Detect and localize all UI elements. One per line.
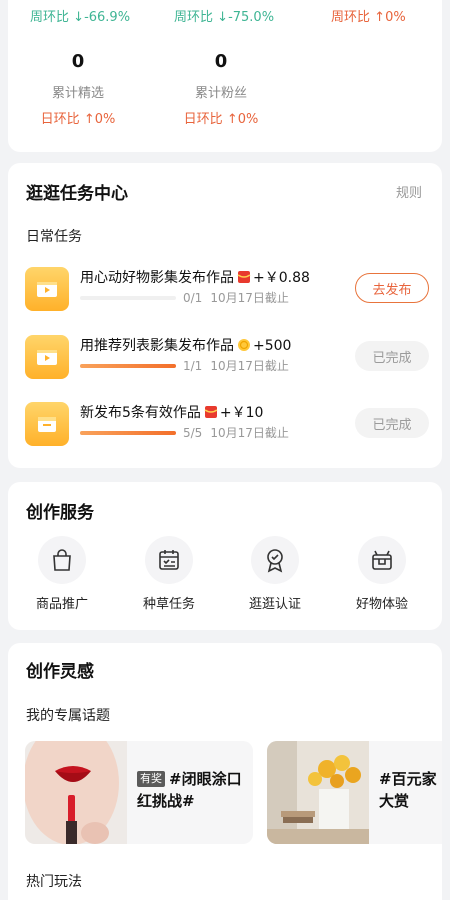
- badge-ribbon-icon: [251, 536, 299, 584]
- shopping-bag-icon: [38, 536, 86, 584]
- task-row: 新发布5条有效作品 +￥10 5/5 10月17日截止 已完成: [25, 398, 429, 448]
- hot-gameplay-heading: 热门玩法: [26, 874, 82, 890]
- service-label: 商品推广: [35, 597, 88, 612]
- service-label: 逛逛认证: [248, 597, 301, 612]
- services-title: 创作服务: [26, 503, 94, 523]
- award-tag: 有奖: [137, 771, 165, 787]
- stat-value: 0: [71, 51, 85, 72]
- service-product-promotion[interactable]: 商品推广: [22, 536, 102, 612]
- task-title: 用心动好物影集发布作品 +￥0.88: [80, 270, 310, 286]
- task-center-card: 逛逛任务中心 规则 日常任务 用心动好物影集发布作品 +￥0.88 0/1 10月1…: [8, 163, 442, 468]
- stats-card: 周环比 ↓-66.9% 周环比 ↓-75.0% 周环比 ↑0% 0 累计精选 日…: [8, 0, 442, 152]
- calendar-checklist-icon: [145, 536, 193, 584]
- video-task-icon: [25, 267, 69, 311]
- publish-button[interactable]: 去发布: [355, 273, 429, 303]
- task-row: 用推荐列表影集发布作品 +500 1/1 10月17日截止 已完成: [25, 331, 429, 381]
- task-center-title: 逛逛任务中心: [26, 184, 128, 204]
- stat-followers[interactable]: 0 累计粉丝 日环比 ↑0%: [151, 51, 291, 127]
- completed-button[interactable]: 已完成: [355, 408, 429, 438]
- service-label: 好物体验: [355, 597, 408, 612]
- stat-value: 0: [214, 51, 228, 72]
- rules-link[interactable]: 规则: [396, 182, 422, 201]
- daily-tasks-heading: 日常任务: [26, 229, 82, 245]
- daily-ratio: 日环比 ↑0%: [40, 112, 116, 127]
- flower-vase-photo: [267, 741, 369, 844]
- red-packet-icon: [237, 270, 251, 284]
- task-progress-bar: [80, 431, 176, 435]
- service-certification[interactable]: 逛逛认证: [235, 536, 315, 612]
- red-packet-icon: [204, 405, 218, 419]
- stat-featured[interactable]: 0 累计精选 日环比 ↑0%: [8, 51, 148, 127]
- inspiration-title: 创作灵感: [26, 662, 94, 682]
- stat-label: 累计精选: [51, 86, 104, 101]
- lipstick-photo: [25, 741, 127, 844]
- topic-card[interactable]: #百元家 大赏: [267, 741, 442, 844]
- service-label: 种草任务: [142, 597, 195, 612]
- task-progress-text: 5/5 10月17日截止: [183, 426, 289, 440]
- task-progress-text: 0/1 10月17日截止: [183, 291, 289, 305]
- video-task-icon: [25, 335, 69, 379]
- completed-button[interactable]: 已完成: [355, 341, 429, 371]
- weekly-ratio-3: 周环比 ↑0%: [331, 10, 406, 25]
- weekly-ratio-2: 周环比 ↓-75.0%: [174, 10, 275, 25]
- topics-heading: 我的专属话题: [26, 708, 110, 724]
- task-progress-bar: [80, 364, 176, 368]
- weekly-ratio-1: 周环比 ↓-66.9%: [30, 10, 131, 25]
- gift-box-icon: [358, 536, 406, 584]
- stat-label: 累计粉丝: [194, 86, 247, 101]
- daily-ratio: 日环比 ↑0%: [183, 112, 259, 127]
- task-progress-fill: [80, 364, 176, 368]
- service-seeding-tasks[interactable]: 种草任务: [129, 536, 209, 612]
- gold-coin-icon: [237, 338, 251, 352]
- calendar-task-icon: [25, 402, 69, 446]
- task-title: 新发布5条有效作品 +￥10: [80, 405, 264, 421]
- task-progress-bar: [80, 296, 176, 300]
- task-title: 用推荐列表影集发布作品 +500: [80, 338, 292, 354]
- task-progress-text: 1/1 10月17日截止: [183, 359, 289, 373]
- creation-inspiration-card: 创作灵感 我的专属话题 有奖 #闭眼涂口 红挑战# #百元家 大赏 热门玩法: [8, 643, 442, 900]
- service-product-experience[interactable]: 好物体验: [342, 536, 422, 612]
- task-row: 用心动好物影集发布作品 +￥0.88 0/1 10月17日截止 去发布: [25, 263, 429, 313]
- topic-card[interactable]: 有奖 #闭眼涂口 红挑战#: [25, 741, 253, 844]
- task-progress-fill: [80, 431, 176, 435]
- topic-title: 有奖 #闭眼涂口 红挑战#: [137, 770, 242, 810]
- creation-services-card: 创作服务 商品推广 种草任务 逛逛认证 好物体验: [8, 482, 442, 630]
- topic-title: #百元家 大赏: [379, 770, 437, 810]
